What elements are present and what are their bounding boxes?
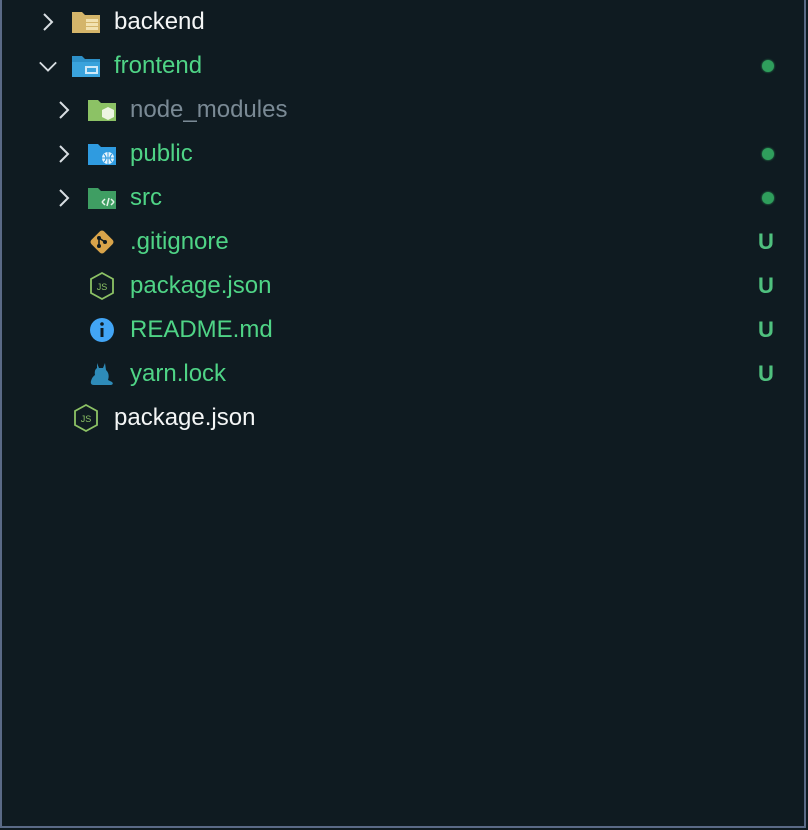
tree-item-public[interactable]: public	[2, 132, 808, 176]
git-icon	[86, 227, 118, 257]
tree-item-yarn-lock[interactable]: yarn.lock U	[2, 352, 808, 396]
tree-item-label: src	[130, 184, 162, 211]
chevron-right-icon[interactable]	[54, 176, 74, 220]
svg-text:JS: JS	[81, 414, 92, 424]
nodejs-icon: JS	[70, 403, 102, 433]
chevron-right-icon[interactable]	[54, 88, 74, 132]
tree-item-label: node_modules	[130, 96, 288, 123]
untracked-status-badge: U	[758, 361, 774, 386]
chevron-down-icon[interactable]	[38, 44, 58, 88]
tree-item-label: yarn.lock	[130, 360, 227, 387]
folder-public-icon	[86, 139, 118, 169]
tree-item-label: README.md	[130, 316, 273, 343]
info-icon	[86, 315, 118, 345]
folder-src-icon	[86, 183, 118, 213]
svg-text:JS: JS	[97, 282, 108, 292]
tree-item-backend[interactable]: backend	[2, 0, 808, 44]
untracked-status-badge: U	[758, 229, 774, 254]
tree-item-label: public	[130, 140, 193, 167]
modified-dot-icon	[762, 148, 774, 160]
tree-item-label: frontend	[114, 52, 203, 79]
folder-client-icon	[70, 51, 102, 81]
tree-item-readme[interactable]: README.md U	[2, 308, 808, 352]
tree-item-root-package-json[interactable]: JS package.json	[2, 396, 808, 440]
untracked-status-badge: U	[758, 317, 774, 342]
tree-item-frontend-package-json[interactable]: JS package.json U	[2, 264, 808, 308]
tree-item-label: package.json	[114, 404, 256, 431]
folder-server-icon	[70, 7, 102, 37]
chevron-right-icon[interactable]	[54, 132, 74, 176]
tree-item-src[interactable]: src	[2, 176, 808, 220]
tree-item-gitignore[interactable]: .gitignore U	[2, 220, 808, 264]
tree-item-frontend[interactable]: frontend	[2, 44, 808, 88]
modified-dot-icon	[762, 192, 774, 204]
tree-item-label: .gitignore	[130, 228, 229, 255]
folder-node-icon	[86, 95, 118, 125]
tree-item-label: package.json	[130, 272, 272, 299]
file-tree: backend frontend node_modules public src…	[2, 0, 808, 440]
tree-item-node-modules[interactable]: node_modules	[2, 88, 808, 132]
yarn-cat-icon	[86, 359, 118, 389]
chevron-right-icon[interactable]	[38, 0, 58, 44]
explorer-panel: backend frontend node_modules public src…	[0, 0, 806, 828]
tree-item-label: backend	[114, 8, 205, 35]
modified-dot-icon	[762, 60, 774, 72]
nodejs-icon: JS	[86, 271, 118, 301]
untracked-status-badge: U	[758, 273, 774, 298]
